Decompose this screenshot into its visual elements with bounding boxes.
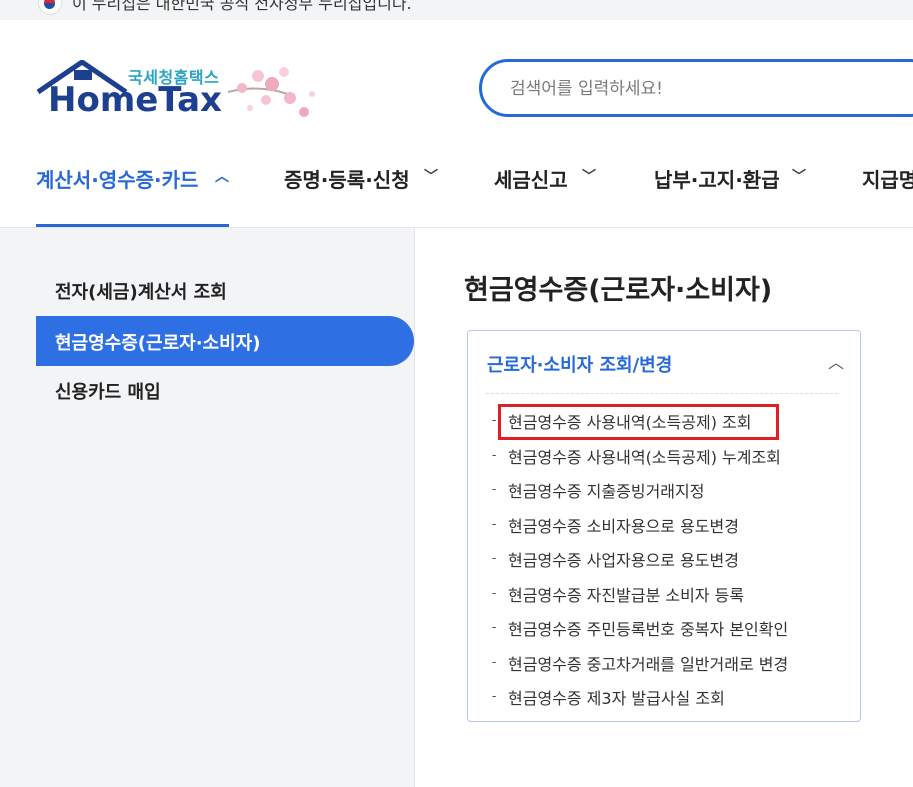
panel-separator	[486, 393, 838, 394]
nav-item-receipts-cards[interactable]: 계산서·영수증·카드 ︿	[36, 160, 236, 227]
main-nav: 계산서·영수증·카드 ︿ 증명·등록·신청 ﹀ 세금신고 ﹀ 납부·고지·환급 …	[0, 160, 913, 227]
menu-panel: 근로자·소비자 조회/변경 ︿ - 현금영수증 사용내역(소득공제) 조회 - 현금…	[467, 330, 861, 722]
cherry-blossom-icon	[228, 67, 315, 117]
site-header: 국세청홈택스 HomeTax 계산서·영수증·카드 ︿ 증명·등록·신청 ﹀	[0, 20, 913, 227]
gov-notice-text: 이 누리집은 대한민국 공식 전자정부 누리집입니다.	[72, 0, 412, 13]
chevron-up-icon: ︿	[215, 169, 229, 185]
search-input[interactable]	[508, 74, 892, 104]
hometax-logo[interactable]: 국세청홈택스 HomeTax	[36, 60, 336, 140]
logo-title: HomeTax	[48, 80, 222, 120]
panel-title: 근로자·소비자 조회/변경	[487, 355, 673, 376]
sidebar-item-e-tax-invoice[interactable]: 전자(세금)계산서 조회	[36, 265, 414, 315]
chevron-down-icon: ﹀	[792, 169, 806, 185]
sidebar: 전자(세금)계산서 조회 현금영수증(근로자·소비자) 신용카드 매입	[0, 228, 415, 787]
chevron-down-icon: ﹀	[582, 169, 596, 185]
sidebar-item-credit-card[interactable]: 신용카드 매입	[36, 365, 414, 415]
chevron-up-icon[interactable]: ︿	[828, 349, 844, 373]
sidebar-item-cash-receipt[interactable]: 현금영수증(근로자·소비자)	[36, 316, 414, 366]
gov-notice-bar: 이 누리집은 대한민국 공식 전자정부 누리집입니다.	[0, 0, 913, 20]
chevron-down-icon: ﹀	[424, 169, 438, 185]
main-content: 현금영수증(근로자·소비자) 근로자·소비자 조회/변경 ︿ - 현금영수증 사용…	[415, 228, 913, 787]
korea-flag-icon	[38, 0, 62, 15]
search-box[interactable]	[479, 59, 913, 117]
page-title: 현금영수증(근로자·소비자)	[464, 275, 773, 306]
